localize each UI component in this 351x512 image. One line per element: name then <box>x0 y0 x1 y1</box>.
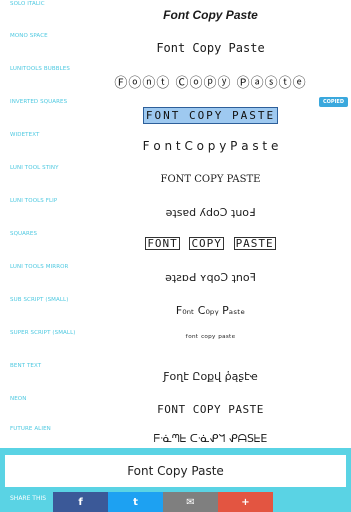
font-preview[interactable]: Ⓕⓞⓝⓣ Ⓒⓞⓟⓨ Ⓟⓐⓢⓣⓔ <box>80 72 341 91</box>
font-style-label: LUNITOOLS BUBBLES <box>10 66 70 72</box>
font-preview[interactable]: Ƒօղէ Ըօքվ ῥąʂէҽ <box>80 370 341 383</box>
font-preview[interactable]: F o n t C o p y P a s t e <box>80 139 341 153</box>
font-preview[interactable]: Font Copy Paste <box>80 41 341 55</box>
font-style-label: SOLO ITALIC <box>10 1 45 7</box>
font-style-label: INVERTED SQUARES <box>10 99 68 105</box>
font-style-label: SUB SCRIPT (SMALL) <box>10 297 69 303</box>
font-preview[interactable]: F₀ₙₜ C₀ₚᵧ Pₐₛₜₑ <box>80 304 341 317</box>
square-word: PASTE <box>233 237 276 250</box>
font-style-label: SUPER SCRIPT (SMALL) <box>10 330 76 336</box>
font-preview[interactable]: ǝʇsɐd ʎdoƆ ʇuoℲ <box>80 206 341 219</box>
font-style-label: MONO SPACE <box>10 33 48 39</box>
copied-badge: COPIED <box>318 97 348 107</box>
font-preview[interactable]: FONT COPY PASTE <box>80 174 341 185</box>
font-row-squares[interactable]: SQUARES FONT COPY PASTE <box>0 231 351 264</box>
font-style-label: SQUARES <box>10 231 38 237</box>
font-row-tiny[interactable]: LUNI TOOL STINY FONT COPY PASTE <box>0 165 351 198</box>
font-row-superscript[interactable]: SUPER SCRIPT (SMALL) ᶠᵒⁿᵗ ᶜᵒᵖʸ ᵖᵃˢᵗᵉ <box>0 330 351 363</box>
font-style-list[interactable]: SOLO ITALIC Font Copy Paste MONO SPACE F… <box>0 0 351 460</box>
share-bar: SHARE THIS f t ✉ + <box>0 492 351 512</box>
font-preview[interactable]: FONT COPY PASTE <box>142 107 279 124</box>
font-row-bent[interactable]: BENT TEXT Ƒօղէ Ըօքվ ῥąʂէҽ <box>0 363 351 396</box>
font-preview[interactable]: ᶠᵒⁿᵗ ᶜᵒᵖʸ ᵖᵃˢᵗᵉ <box>80 334 341 344</box>
facebook-share-button[interactable]: f <box>53 492 108 512</box>
font-preview[interactable]: Font Copy Paste <box>80 8 341 22</box>
facebook-icon: f <box>78 496 83 508</box>
twitter-share-button[interactable]: t <box>108 492 163 512</box>
font-row-solo-italic[interactable]: SOLO ITALIC Font Copy Paste <box>0 0 351 33</box>
square-word: COPY <box>189 237 224 250</box>
font-preview[interactable]: FONT COPY PASTE <box>80 237 341 250</box>
font-row-neon[interactable]: NEON FONT COPY PASTE <box>0 396 351 429</box>
font-style-label: NEON <box>10 396 27 402</box>
font-preview[interactable]: ǝʇƨɒԀ ʏqoƆ ʇnoꟻ <box>80 271 341 284</box>
twitter-icon: t <box>133 496 138 508</box>
google-plus-share-button[interactable]: + <box>218 492 273 512</box>
inverted-squares-wrap: FONT COPY PASTE <box>80 104 341 124</box>
font-style-label: FUTURE ALIEN <box>10 426 51 432</box>
text-input[interactable] <box>5 455 346 487</box>
font-row-bubbles[interactable]: LUNITOOLS BUBBLES Ⓕⓞⓝⓣ Ⓒⓞⓟⓨ Ⓟⓐⓢⓣⓔ <box>0 66 351 99</box>
font-row-mono-space[interactable]: MONO SPACE Font Copy Paste <box>0 33 351 66</box>
font-row-subscript[interactable]: SUB SCRIPT (SMALL) F₀ₙₜ C₀ₚᵧ Pₐₛₜₑ <box>0 297 351 330</box>
editor-bar <box>0 448 351 494</box>
font-style-label: BENT TEXT <box>10 363 42 369</box>
font-row-widetext[interactable]: WIDETEXT F o n t C o p y P a s t e <box>0 132 351 165</box>
share-label: SHARE THIS <box>10 495 47 502</box>
font-style-label: WIDETEXT <box>10 132 40 138</box>
email-icon: ✉ <box>186 496 195 508</box>
font-preview[interactable]: ᖴᓍᘉᖶ ᑕᓍᕵᖻ ᕵᗩSᖶE <box>80 432 341 446</box>
font-row-mirror[interactable]: LUNI TOOLS MIRROR ǝʇƨɒԀ ʏqoƆ ʇnoꟻ <box>0 264 351 297</box>
font-style-label: LUNI TOOLS FLIP <box>10 198 58 204</box>
plus-icon: + <box>241 496 250 508</box>
font-row-inverted-squares[interactable]: INVERTED SQUARES FONT COPY PASTE <box>0 99 351 132</box>
font-style-label: LUNI TOOLS MIRROR <box>10 264 69 270</box>
font-row-flip[interactable]: LUNI TOOLS FLIP ǝʇsɐd ʎdoƆ ʇuoℲ <box>0 198 351 231</box>
font-style-label: LUNI TOOL STINY <box>10 165 59 171</box>
square-word: FONT <box>145 237 180 250</box>
font-preview[interactable]: FONT COPY PASTE <box>80 403 341 416</box>
email-share-button[interactable]: ✉ <box>163 492 218 512</box>
